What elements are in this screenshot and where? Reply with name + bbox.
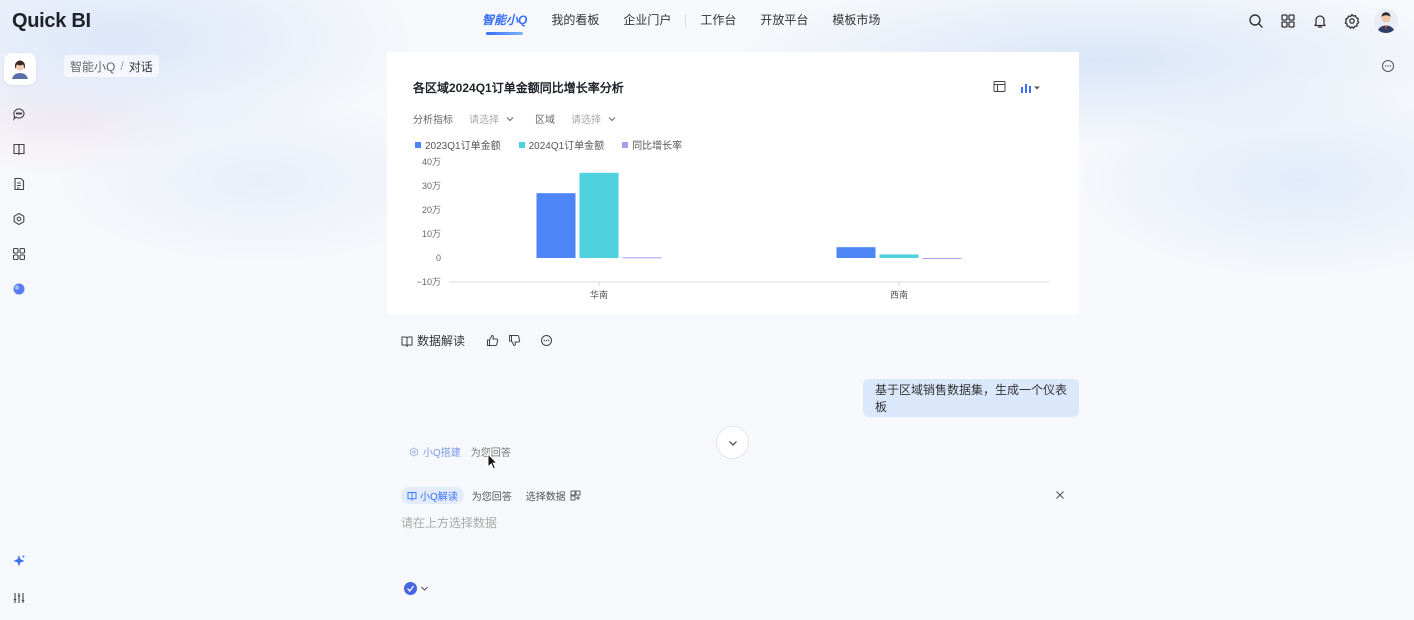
interpret-icon: [407, 491, 417, 501]
legend-swatch: [622, 141, 629, 148]
legend-swatch: [415, 141, 421, 148]
bell-icon[interactable]: [1310, 11, 1330, 31]
nav-item-open-platform[interactable]: 开放平台: [748, 0, 820, 42]
nav-item-workbench[interactable]: 工作台: [688, 0, 748, 42]
filter-select-region[interactable]: 请选择: [571, 111, 601, 126]
bar: [579, 172, 619, 258]
chart-title: 各区域2024Q1订单金额同比增长率分析: [413, 81, 624, 95]
main-nav: 智能小Q 我的看板 企业门户 工作台 开放平台 模板市场: [470, 0, 892, 42]
orb-icon[interactable]: [11, 281, 27, 297]
agent-answer-text: 为您回答: [471, 492, 512, 503]
select-data-label: 选择数据: [525, 492, 566, 503]
agent-pill[interactable]: 小Q解读: [401, 487, 464, 504]
agent-gear-icon: [410, 446, 418, 457]
data-interpret-button[interactable]: 数据解读: [417, 332, 465, 349]
thumbs-up-icon[interactable]: [485, 334, 499, 348]
chat-icon[interactable]: [11, 106, 27, 122]
bar: [922, 258, 962, 259]
more-options-icon[interactable]: [1381, 59, 1395, 73]
legend-item[interactable]: 2023Q1订单金额: [415, 137, 501, 152]
book-open-icon: [400, 334, 414, 348]
table-view-icon[interactable]: [993, 80, 1006, 96]
ai-settings-icon[interactable]: [11, 211, 27, 227]
user-avatar[interactable]: [1374, 9, 1398, 33]
breadcrumb-current: 对话: [128, 59, 153, 74]
bar: [536, 193, 576, 258]
composer-context: 小Q解读 为您回答 选择数据: [401, 487, 581, 504]
agent-name: 小Q搭建: [423, 448, 461, 459]
nav-item-smart-q[interactable]: 智能小Q: [470, 0, 539, 42]
bar-chart: 40万 30万 20万 10万 0 −10万华南 西南: [417, 157, 1049, 300]
chart-card: 各区域2024Q1订单金额同比增长率分析 分析指标 请选择 区域 请选择 202…: [387, 52, 1079, 314]
breadcrumb-root[interactable]: 智能小Q: [70, 58, 115, 75]
y-tick-label: 20万: [422, 205, 441, 215]
book-icon[interactable]: [11, 141, 27, 157]
chart-filters: 分析指标 请选择 区域 请选择: [413, 111, 637, 126]
left-rail: [0, 42, 42, 620]
top-bar: Quick BI 智能小Q 我的看板 企业门户 工作台 开放平台 模板市场: [0, 0, 1414, 42]
model-picker[interactable]: [404, 582, 429, 595]
chevron-down-icon[interactable]: [505, 114, 515, 124]
scroll-to-bottom-button[interactable]: [716, 426, 749, 459]
chevron-down-icon: [421, 586, 428, 591]
agent-avatar[interactable]: [4, 53, 36, 85]
nav-item-my-dashboards[interactable]: 我的看板: [539, 0, 611, 42]
chart-tools: [993, 80, 1040, 96]
apps-grid-icon[interactable]: [1278, 11, 1298, 31]
sparkle-icon[interactable]: [11, 553, 27, 569]
legend-label: 2023Q1订单金额: [425, 141, 501, 152]
legend-swatch: [518, 141, 525, 148]
search-icon[interactable]: [1246, 11, 1266, 31]
sliders-icon[interactable]: [11, 590, 27, 606]
chart-legend: 2023Q1订单金额 2024Q1订单金额 同比增长率: [415, 137, 700, 152]
legend-item[interactable]: 2024Q1订单金额: [518, 137, 605, 152]
agent-status-label: 小Q搭建: [409, 444, 461, 459]
y-tick-label: 10万: [422, 229, 441, 239]
breadcrumb-separator: /: [120, 59, 124, 73]
chart-type-switch[interactable]: [1020, 82, 1040, 94]
legend-item[interactable]: 同比增长率: [622, 137, 682, 152]
legend-label: 同比增长率: [632, 141, 683, 152]
filter-label-region: 区域: [535, 115, 555, 126]
app-logo[interactable]: Quick BI: [12, 10, 91, 33]
breadcrumb: 智能小Q / 对话: [64, 55, 159, 77]
filter-label-metric: 分析指标: [413, 115, 453, 126]
nav-separator: [685, 15, 687, 27]
close-icon[interactable]: [1054, 489, 1066, 501]
agent-pill-label: 小Q解读: [420, 492, 458, 503]
conversation-area: 各区域2024Q1订单金额同比增长率分析 分析指标 请选择 区域 请选择 202…: [387, 52, 1079, 620]
nav-item-enterprise-portal[interactable]: 企业门户: [611, 0, 683, 42]
x-tick-label: 西南: [890, 289, 908, 300]
filter-select-metric[interactable]: 请选择: [469, 111, 499, 126]
bar: [836, 247, 876, 258]
answer-actions: 数据解读: [400, 332, 553, 349]
chevron-down-icon[interactable]: [607, 114, 617, 124]
top-toolbar: [1246, 9, 1398, 33]
gear-icon[interactable]: [1342, 11, 1362, 31]
model-logo-icon: [404, 582, 417, 595]
x-tick-label: 华南: [590, 289, 608, 300]
user-message-bubble: 基于区域销售数据集，生成一个仪表板: [863, 379, 1079, 417]
y-tick-label: 40万: [422, 157, 441, 167]
mouse-cursor-icon: [487, 453, 499, 470]
report-icon[interactable]: [11, 176, 27, 192]
legend-label: 2024Q1订单金额: [528, 141, 605, 152]
nav-item-template-market[interactable]: 模板市场: [820, 0, 892, 42]
bar: [622, 257, 662, 259]
chevron-down-icon: [728, 440, 737, 446]
bar: [879, 254, 919, 258]
apps-icon[interactable]: [11, 246, 27, 262]
bar-chart-icon: [1021, 84, 1031, 93]
thumbs-down-icon[interactable]: [507, 334, 521, 348]
composer-input[interactable]: 请在上方选择数据: [401, 514, 497, 531]
message-composer: 小Q解读 为您回答 选择数据 请在上方选择数据: [387, 480, 1079, 620]
dataset-icon: [570, 490, 581, 501]
caret-down-icon: [1034, 86, 1040, 90]
y-tick-label: −10万: [417, 277, 441, 287]
select-data-button[interactable]: 选择数据: [526, 488, 581, 503]
more-options-icon[interactable]: [539, 334, 553, 348]
y-tick-label: 0: [436, 253, 441, 263]
y-tick-label: 30万: [422, 181, 441, 191]
